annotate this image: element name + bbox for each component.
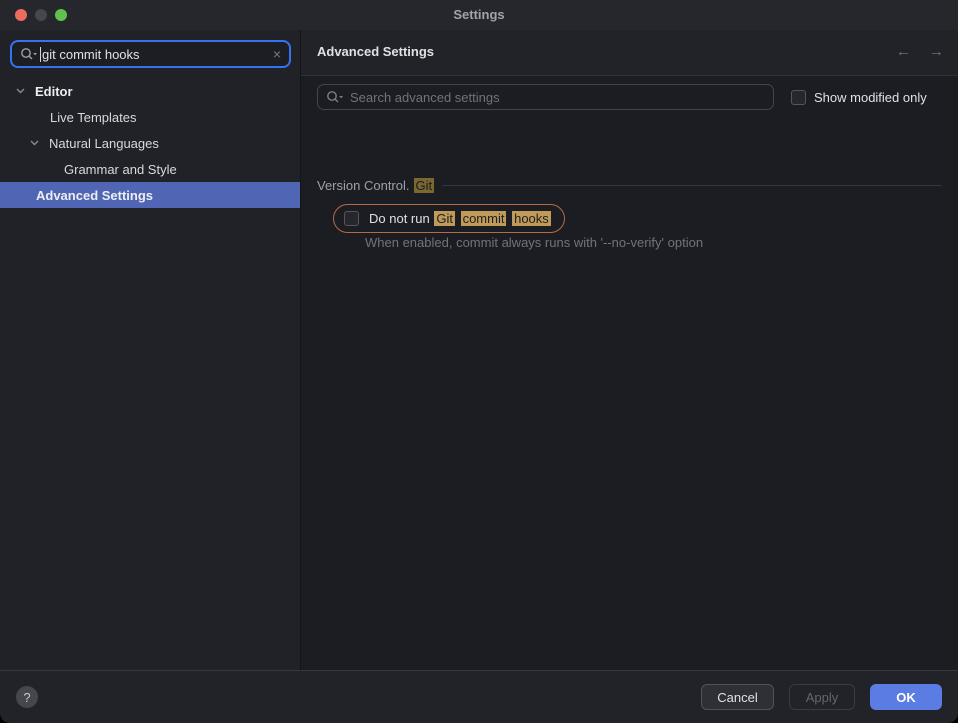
match-highlight: commit [461,211,507,226]
section-divider [442,185,942,186]
match-highlight: Git [434,211,455,226]
sidebar-item-advanced-settings[interactable]: Advanced Settings [0,182,300,208]
sidebar-item-natural-languages[interactable]: Natural Languages [0,130,300,156]
sidebar-item-editor[interactable]: Editor [0,78,300,104]
panel-header: Advanced Settings ← → [301,30,958,76]
show-modified-only-control: Show modified only [791,90,927,105]
sidebar-item-label: Live Templates [50,110,136,125]
clear-search-icon[interactable]: × [273,47,281,61]
settings-search-input[interactable]: git commit hooks × [10,40,291,68]
page-title: Advanced Settings [317,44,434,59]
cancel-button[interactable]: Cancel [701,684,774,710]
advanced-settings-panel: Advanced Settings ← → Search advanced se… [301,30,958,670]
search-placeholder: Search advanced settings [350,90,500,105]
search-icon [326,90,344,104]
settings-window: Settings git commit hooks × Editor [0,0,958,723]
option-description: When enabled, commit always runs with '-… [365,235,703,250]
settings-sidebar: git commit hooks × Editor Live Templates… [0,30,301,670]
history-nav: ← → [882,43,944,60]
sidebar-item-label: Advanced Settings [36,188,153,203]
window-title: Settings [0,0,958,30]
apply-button[interactable]: Apply [789,684,855,710]
text-caret [40,47,41,62]
option-label: Do not run Git commit hooks [369,211,552,226]
advanced-search-input[interactable]: Search advanced settings [317,84,774,110]
forward-arrow-icon[interactable]: → [929,43,944,60]
section-header-version-control-git: Version Control. Git [317,178,942,193]
section-match-highlight: Git [414,178,435,193]
show-modified-checkbox[interactable] [791,90,806,105]
settings-tree: Editor Live Templates Natural Languages … [0,78,300,208]
sidebar-item-label: Natural Languages [49,136,159,151]
search-query-text: git commit hooks [42,47,140,62]
dialog-footer: ? Cancel Apply OK [0,670,958,723]
sidebar-item-live-templates[interactable]: Live Templates [0,104,300,130]
sidebar-item-label: Grammar and Style [64,162,177,177]
back-arrow-icon[interactable]: ← [896,43,911,60]
do-not-run-git-hooks-checkbox[interactable] [344,211,359,226]
help-button[interactable]: ? [16,686,38,708]
show-modified-label: Show modified only [814,90,927,105]
chevron-down-icon[interactable] [13,88,27,94]
ok-button[interactable]: OK [870,684,942,710]
sidebar-item-label: Editor [35,84,73,99]
section-title: Version Control. [317,178,410,193]
match-highlight: hooks [512,211,551,226]
sidebar-item-grammar-and-style[interactable]: Grammar and Style [0,156,300,182]
chevron-down-icon[interactable] [27,140,41,146]
titlebar: Settings [0,0,958,30]
search-icon [20,47,38,61]
do-not-run-git-hooks-option[interactable]: Do not run Git commit hooks [333,204,565,233]
option-label-prefix: Do not run [369,211,433,226]
